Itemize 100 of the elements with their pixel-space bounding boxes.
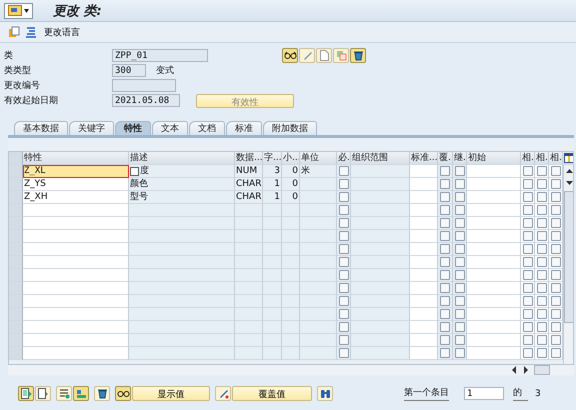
checkbox[interactable]: [440, 335, 450, 345]
checkbox[interactable]: [550, 283, 560, 293]
checkbox[interactable]: [550, 309, 560, 319]
glasses-icon[interactable]: [115, 386, 131, 401]
checkbox[interactable]: [536, 244, 546, 254]
checkbox[interactable]: [550, 270, 560, 280]
checkbox[interactable]: [522, 231, 532, 241]
input-field[interactable]: ZPP_01: [112, 49, 208, 62]
table-cell[interactable]: [23, 308, 129, 321]
table-cell[interactable]: [23, 204, 129, 217]
table-cell[interactable]: [410, 165, 438, 178]
checkbox[interactable]: [522, 309, 532, 319]
checkbox[interactable]: [338, 322, 348, 332]
table-cell[interactable]: [467, 191, 521, 204]
table-cell[interactable]: [410, 308, 438, 321]
checkbox[interactable]: [522, 348, 532, 358]
input-field[interactable]: 300: [112, 64, 146, 77]
column-header[interactable]: 单位: [300, 152, 337, 165]
checkbox[interactable]: [440, 296, 450, 306]
table-cell[interactable]: [23, 347, 129, 360]
checkbox[interactable]: [536, 348, 546, 358]
checkbox[interactable]: [440, 309, 450, 319]
checkbox[interactable]: [550, 192, 560, 202]
column-header[interactable]: 覆.: [438, 152, 453, 165]
checkbox[interactable]: [454, 322, 464, 332]
select-all-cell[interactable]: [9, 152, 23, 165]
checkbox[interactable]: [338, 244, 348, 254]
checkbox[interactable]: [440, 244, 450, 254]
checkbox[interactable]: [440, 218, 450, 228]
table-cell[interactable]: [410, 204, 438, 217]
column-header[interactable]: 标准...: [410, 152, 438, 165]
table-cell[interactable]: [467, 204, 521, 217]
checkbox[interactable]: [338, 270, 348, 280]
checkbox[interactable]: [536, 192, 546, 202]
table-cell[interactable]: [23, 295, 129, 308]
checkbox[interactable]: [522, 205, 532, 215]
tab[interactable]: 附加数据: [263, 121, 317, 135]
checkbox[interactable]: [522, 270, 532, 280]
tab[interactable]: 文本: [152, 121, 188, 135]
checkbox[interactable]: [522, 322, 532, 332]
checkbox[interactable]: [454, 179, 464, 189]
table-cell[interactable]: [467, 178, 521, 191]
column-header[interactable]: 组织范围: [351, 152, 410, 165]
horizontal-scrollbar[interactable]: [8, 365, 574, 375]
checkbox[interactable]: [522, 335, 532, 345]
checkbox[interactable]: [440, 283, 450, 293]
checkbox[interactable]: [522, 192, 532, 202]
checkbox[interactable]: [522, 244, 532, 254]
checkbox[interactable]: [550, 244, 560, 254]
checkbox[interactable]: [338, 296, 348, 306]
edit-values-icon[interactable]: [215, 386, 231, 401]
table-cell[interactable]: Z_YS: [23, 178, 129, 191]
binoculars-icon[interactable]: [317, 386, 333, 401]
column-header[interactable]: 初始: [467, 152, 521, 165]
checkbox[interactable]: [454, 296, 464, 306]
table-cell[interactable]: [410, 321, 438, 334]
row-selector[interactable]: [9, 321, 23, 334]
table-cell[interactable]: Z_XH: [23, 191, 129, 204]
checkbox[interactable]: [522, 283, 532, 293]
table-cell[interactable]: [467, 269, 521, 282]
table-cell[interactable]: [410, 256, 438, 269]
checkbox[interactable]: [550, 231, 560, 241]
table-cell[interactable]: [467, 282, 521, 295]
checkbox[interactable]: [550, 296, 560, 306]
checkbox[interactable]: [550, 218, 560, 228]
table-cell[interactable]: [410, 347, 438, 360]
row-selector[interactable]: [9, 334, 23, 347]
checkbox[interactable]: [522, 218, 532, 228]
tab[interactable]: 标准: [226, 121, 262, 135]
row-selector[interactable]: [9, 165, 23, 178]
checkbox[interactable]: [536, 179, 546, 189]
trash-icon[interactable]: [350, 48, 366, 63]
scroll-right-icon[interactable]: [522, 366, 530, 374]
tab[interactable]: 基本数据: [14, 121, 68, 135]
table-cell[interactable]: [467, 217, 521, 230]
table-cell[interactable]: Z_XL: [23, 165, 129, 178]
table-cell[interactable]: [467, 308, 521, 321]
settings-icon[interactable]: [563, 152, 573, 165]
table-cell[interactable]: [467, 243, 521, 256]
checkbox[interactable]: [550, 257, 560, 267]
table-cell[interactable]: [23, 269, 129, 282]
checkbox[interactable]: [454, 348, 464, 358]
table-cell[interactable]: [23, 256, 129, 269]
row-selector[interactable]: [9, 178, 23, 191]
checkbox[interactable]: [536, 309, 546, 319]
scroll-left-icon[interactable]: [510, 366, 518, 374]
checkbox[interactable]: [536, 218, 546, 228]
checkbox[interactable]: [338, 205, 348, 215]
checkbox[interactable]: [440, 166, 450, 176]
checkbox[interactable]: [522, 166, 532, 176]
tab[interactable]: 文档: [189, 121, 225, 135]
row-selector[interactable]: [9, 308, 23, 321]
insert-row-icon[interactable]: [56, 386, 72, 401]
checkbox[interactable]: [440, 257, 450, 267]
entry-field[interactable]: 1: [464, 387, 504, 400]
scroll-thumb[interactable]: [534, 365, 550, 375]
checkbox[interactable]: [536, 296, 546, 306]
row-selector[interactable]: [9, 256, 23, 269]
table-cell[interactable]: [410, 243, 438, 256]
checkbox[interactable]: [550, 179, 560, 189]
